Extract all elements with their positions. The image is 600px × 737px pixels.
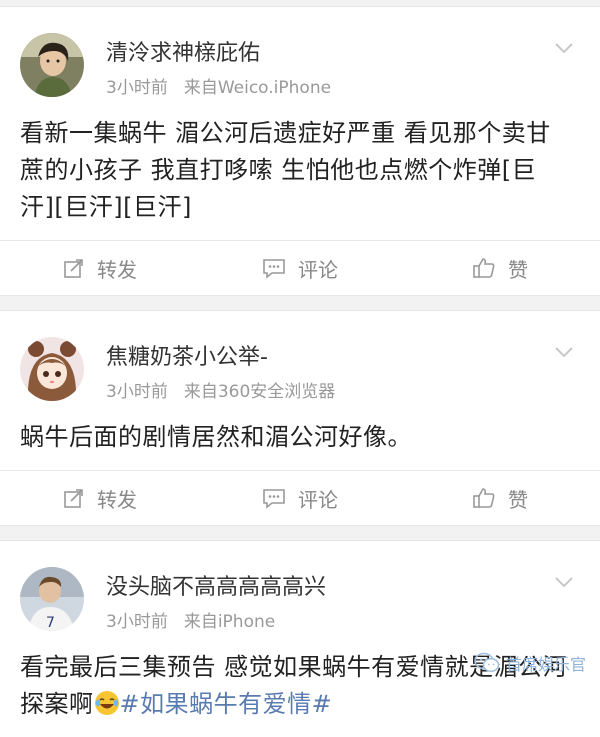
post-actions: 转发 评论 赞 xyxy=(0,240,600,295)
repost-icon xyxy=(64,259,83,278)
like-label: 赞 xyxy=(508,257,528,282)
chevron-down-icon[interactable] xyxy=(554,41,574,55)
repost-label: 转发 xyxy=(97,257,137,282)
post-card[interactable]: 清泠求神榇庇佑 3小时前 来自Weico.iPhone 看新一集蜗牛 湄公河后遗症… xyxy=(0,6,600,296)
post-time: 3小时前 xyxy=(106,612,168,632)
post-header: 焦糖奶茶小公举- 3小时前 来自360安全浏览器 xyxy=(0,311,600,407)
comment-label: 评论 xyxy=(298,487,338,512)
comment-icon xyxy=(263,489,285,509)
post-source: 来自iPhone xyxy=(183,612,276,632)
like-label: 赞 xyxy=(508,487,528,512)
post-meta: 3小时前 来自360安全浏览器 xyxy=(106,377,335,402)
like-button[interactable]: 赞 xyxy=(400,254,600,283)
post-time: 3小时前 xyxy=(106,78,168,98)
post-text: 看新一集蜗牛 湄公河后遗症好严重 看见那个卖甘蔗的小孩子 我直打哆嗦 生怕他也点… xyxy=(20,119,551,221)
repost-button[interactable]: 转发 xyxy=(0,254,200,283)
avatar[interactable] xyxy=(20,337,84,401)
repost-button[interactable]: 转发 xyxy=(0,484,200,513)
laugh-cry-emoji-icon xyxy=(94,691,119,715)
post-actions: 转发 评论 赞 xyxy=(0,470,600,525)
post-source: 来自360安全浏览器 xyxy=(183,382,336,402)
post-time: 3小时前 xyxy=(106,382,168,402)
topic-link[interactable]: #如果蜗牛有爱情# xyxy=(120,690,333,718)
watermark: 首席娱乐官 xyxy=(474,651,586,675)
post-card[interactable]: 焦糖奶茶小公举- 3小时前 来自360安全浏览器 蜗牛后面的剧情居然和湄公河好像。… xyxy=(0,310,600,526)
comment-icon xyxy=(263,259,285,279)
comment-button[interactable]: 评论 xyxy=(200,484,400,513)
avatar[interactable] xyxy=(20,33,84,97)
username[interactable]: 焦糖奶茶小公举- xyxy=(106,339,268,371)
post-source: 来自Weico.iPhone xyxy=(183,78,332,98)
like-button[interactable]: 赞 xyxy=(400,484,600,513)
repost-icon xyxy=(64,489,83,508)
avatar-anime-girl-icon xyxy=(20,337,84,401)
avatar-photo-athlete-icon: 7 xyxy=(20,567,84,631)
thumbs-up-icon xyxy=(473,488,495,508)
chevron-down-icon[interactable] xyxy=(554,345,574,359)
post-header: 7 没头脑不高高高高高兴 3小时前 来自iPhone xyxy=(0,541,600,637)
weibo-feed: 清泠求神榇庇佑 3小时前 来自Weico.iPhone 看新一集蜗牛 湄公河后遗症… xyxy=(0,0,600,737)
post-header: 清泠求神榇庇佑 3小时前 来自Weico.iPhone xyxy=(0,7,600,103)
post-meta: 3小时前 来自Weico.iPhone xyxy=(106,73,331,98)
avatar[interactable]: 7 xyxy=(20,567,84,631)
comment-label: 评论 xyxy=(298,257,338,282)
comment-button[interactable]: 评论 xyxy=(200,254,400,283)
post-meta: 3小时前 来自iPhone xyxy=(106,607,275,632)
avatar-photo-man-icon xyxy=(20,33,84,97)
chevron-down-icon[interactable] xyxy=(554,575,574,589)
repost-label: 转发 xyxy=(97,487,137,512)
username[interactable]: 清泠求神榇庇佑 xyxy=(106,35,260,67)
username[interactable]: 没头脑不高高高高高兴 xyxy=(106,569,326,601)
thumbs-up-icon xyxy=(473,258,495,278)
svg-text:7: 7 xyxy=(46,615,55,631)
post-text: 蜗牛后面的剧情居然和湄公河好像。 xyxy=(20,423,412,451)
watermark-text: 首席娱乐官 xyxy=(505,655,586,674)
post-card[interactable]: 7 没头脑不高高高高高兴 3小时前 来自iPhone 看完最后三集预告 感觉如果蜗… xyxy=(0,540,600,737)
wechat-icon xyxy=(474,652,500,673)
